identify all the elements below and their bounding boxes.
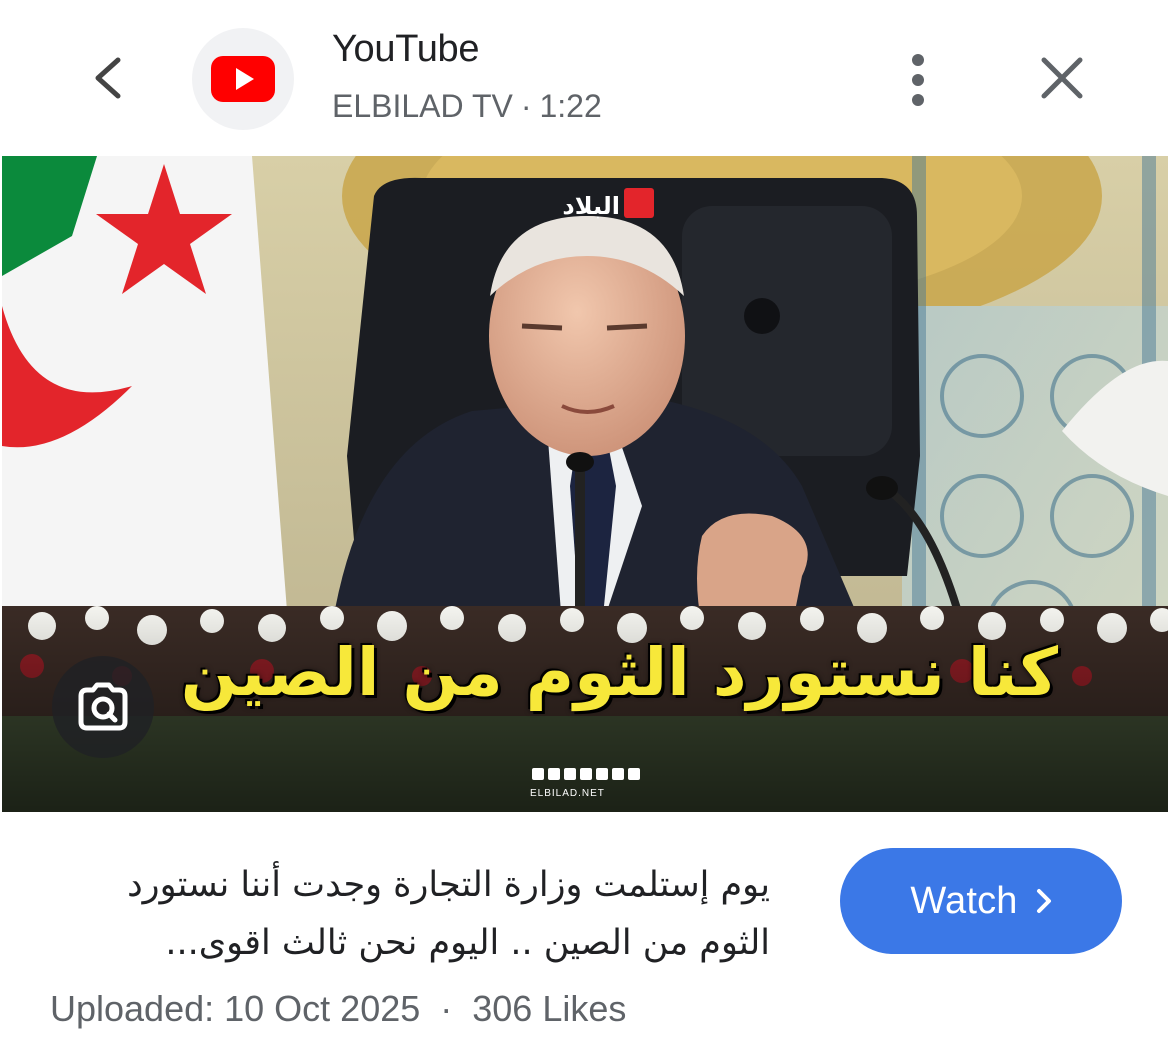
watch-button[interactable]: Watch bbox=[840, 848, 1122, 954]
meta-separator: · bbox=[440, 988, 453, 1029]
channel-logo: البلاد bbox=[562, 188, 654, 220]
result-meta: Uploaded: 10 Oct 2025 · 306 Likes bbox=[50, 988, 626, 1030]
result-title[interactable]: يوم إستلمت وزارة التجارة وجدت أننا نستور… bbox=[40, 856, 770, 972]
watermark: ELBILAD.NET bbox=[530, 788, 605, 799]
video-caption: كنا نستورد الثوم من الصين bbox=[180, 634, 1058, 711]
app-icon bbox=[192, 28, 294, 130]
lens-search-button[interactable] bbox=[52, 656, 154, 758]
back-button[interactable] bbox=[78, 46, 138, 110]
close-icon bbox=[1041, 57, 1083, 99]
video-thumbnail[interactable]: البلاد كنا نستورد الثوم من الصين ELBILAD… bbox=[2, 156, 1168, 812]
channel-name: ELBILAD TV bbox=[332, 88, 513, 124]
viewer-header: YouTube ELBILAD TV · 1:22 bbox=[0, 0, 1170, 156]
thumbnail-scene bbox=[2, 156, 1168, 812]
close-button[interactable] bbox=[1030, 46, 1094, 110]
more-vert-icon bbox=[912, 54, 924, 106]
result-title-line-2: الثوم من الصين .. اليوم نحن ثالث اقوى... bbox=[165, 923, 770, 963]
chevron-right-icon bbox=[1036, 888, 1052, 914]
source-subtitle: ELBILAD TV · 1:22 bbox=[332, 88, 602, 125]
video-duration: 1:22 bbox=[539, 88, 602, 124]
more-options-button[interactable] bbox=[892, 48, 944, 112]
youtube-logo-icon bbox=[211, 56, 275, 102]
result-title-line-1: يوم إستلمت وزارة التجارة وجدت أننا نستور… bbox=[127, 865, 770, 905]
google-lens-icon bbox=[78, 682, 128, 731]
like-count: 306 Likes bbox=[472, 988, 627, 1029]
subtitle-separator: · bbox=[520, 88, 532, 124]
upload-date: Uploaded: 10 Oct 2025 bbox=[50, 988, 421, 1029]
chevron-left-icon bbox=[95, 57, 121, 99]
watch-button-label: Watch bbox=[910, 879, 1018, 922]
source-app-name: YouTube bbox=[332, 28, 480, 70]
channel-logo-text: البلاد bbox=[562, 192, 620, 220]
